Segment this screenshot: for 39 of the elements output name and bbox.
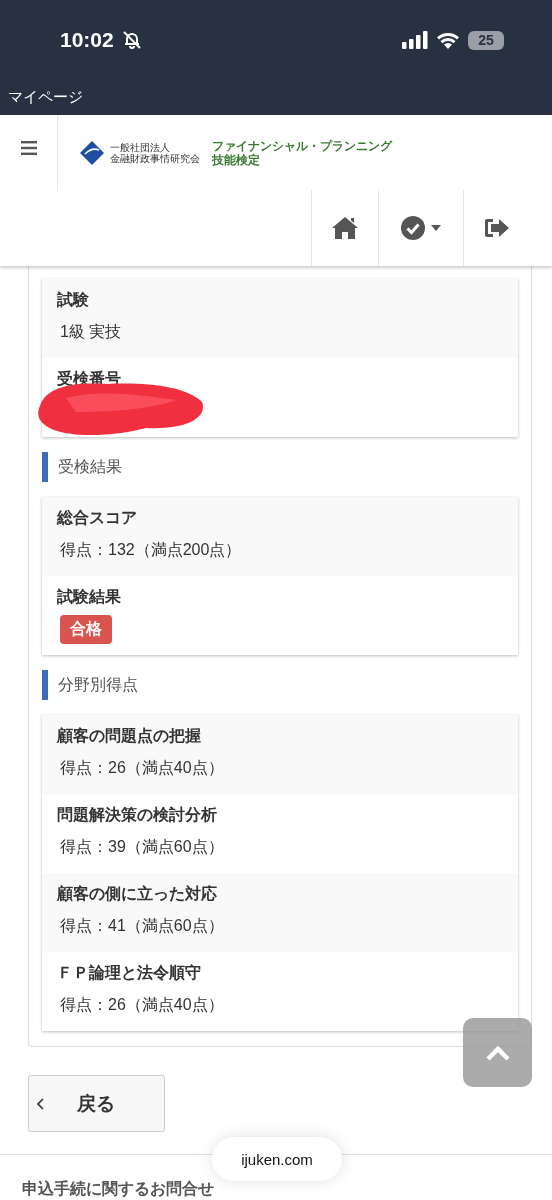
field-label: ＦＰ論理と法令順守: [57, 963, 202, 983]
field-label: 総合スコア: [57, 508, 138, 528]
section-heading: 分野別得点: [42, 670, 518, 700]
field-label: 顧客の問題点の把握: [57, 726, 202, 746]
battery-indicator: 25: [468, 30, 504, 50]
field-value: 1級 実技: [59, 322, 123, 342]
bell-slash-icon: [121, 30, 142, 50]
logo-title: ファイナンシャル・プランニング: [212, 138, 392, 153]
organization-name: 金融財政事情研究会: [110, 152, 200, 164]
field-value: 得点：26（満点40点）: [59, 995, 225, 1015]
diamond-logo-icon: [80, 140, 104, 165]
url-pill[interactable]: ijuken.com: [212, 1137, 342, 1181]
organization-caption: 一般社団法人: [110, 141, 170, 153]
menu-icon: [20, 141, 37, 155]
chevron-up-icon: [485, 1044, 510, 1061]
signal-icon: [402, 31, 428, 49]
field-label: 問題解決策の検討分析: [57, 805, 218, 825]
section-heading: 受検結果: [42, 452, 518, 482]
back-button[interactable]: 戻る: [28, 1075, 165, 1132]
home-button[interactable]: [311, 190, 378, 266]
caret-icon: [431, 225, 441, 231]
sign-out-icon: [484, 217, 510, 239]
logo-subtitle: 技能検定: [212, 152, 261, 167]
field-value: 得点：26（満点40点）: [59, 758, 225, 778]
field-value: 得点：39（満点60点）: [59, 837, 225, 857]
status-dropdown[interactable]: [378, 190, 463, 266]
chevron-left-icon: [37, 1097, 45, 1110]
clock-time: 10:02: [60, 28, 114, 52]
field-label: 顧客の側に立った対応: [57, 884, 218, 904]
check-circle-icon: [401, 216, 425, 240]
pass-badge: 合格: [60, 615, 112, 644]
field-label: 試験結果: [57, 587, 122, 607]
page-title: マイページ: [8, 88, 83, 107]
field-label: 試験: [57, 290, 90, 310]
home-icon: [332, 217, 358, 239]
contact-link[interactable]: 申込手続に関するお問合せ: [22, 1180, 214, 1197]
wifi-icon: [436, 31, 460, 49]
field-value: 得点：132（満点200点）: [59, 540, 243, 560]
field-value: 得点：41（満点60点）: [59, 916, 225, 936]
